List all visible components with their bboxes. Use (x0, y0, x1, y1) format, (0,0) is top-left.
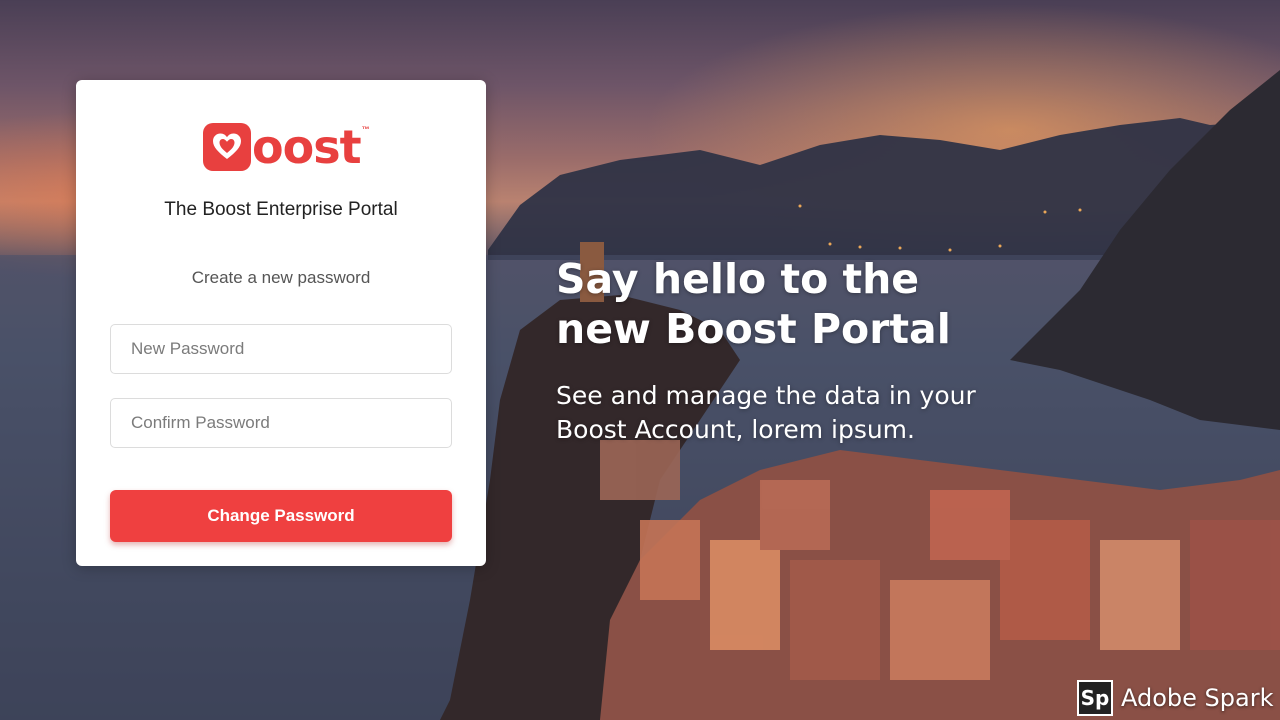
logo-wordmark: oost (252, 120, 362, 174)
hero-description: See and manage the data in your Boost Ac… (556, 379, 1076, 447)
adobe-spark-label: Adobe Spark (1121, 684, 1274, 712)
adobe-spark-watermark: Sp Adobe Spark (1077, 678, 1273, 718)
adobe-spark-icon: Sp (1077, 680, 1113, 716)
hero-headline: Say hello to the new Boost Portal (556, 254, 1156, 354)
boost-logo: oost ™ (203, 123, 370, 175)
hero-description-line-1: See and manage the data in your (556, 381, 976, 410)
form-subtitle: Create a new password (191, 268, 371, 287)
new-password-input[interactable] (110, 324, 452, 374)
hero-description-line-2: Boost Account, lorem ipsum. (556, 415, 915, 444)
trademark-symbol: ™ (361, 125, 370, 134)
boost-heart-logo-icon (203, 123, 251, 171)
hero-headline-line-2: new Boost Portal (556, 305, 951, 353)
change-password-button[interactable]: Change Password (110, 490, 452, 542)
portal-title: The Boost Enterprise Portal (164, 199, 398, 220)
confirm-password-input[interactable] (110, 398, 452, 448)
hero-headline-line-1: Say hello to the (556, 255, 920, 303)
